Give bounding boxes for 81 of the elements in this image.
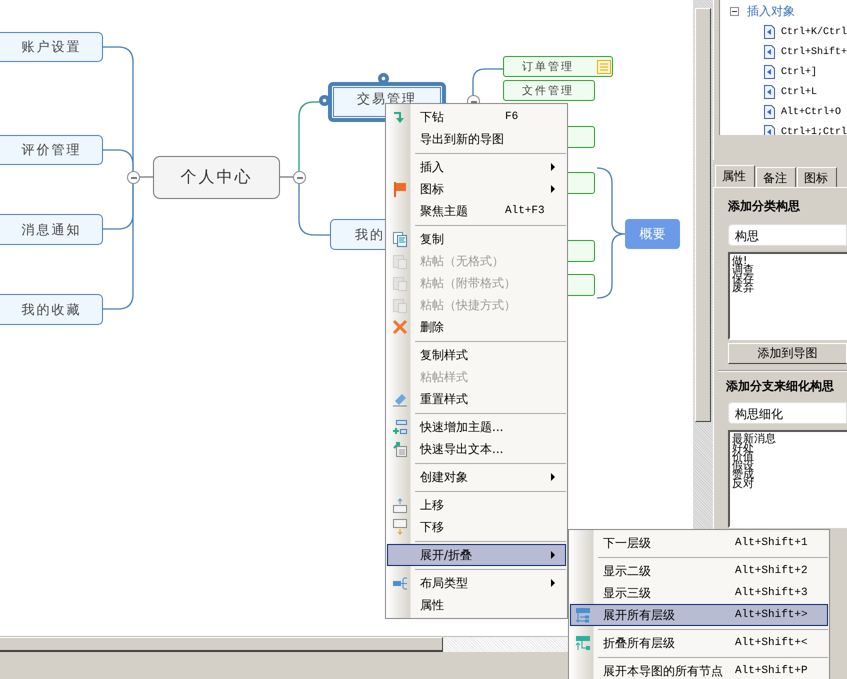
menu-item[interactable]: 导出到新的导图: [387, 128, 566, 150]
topic-node[interactable]: 账户设置: [0, 32, 103, 62]
document-icon: [763, 125, 775, 135]
document-icon: [763, 25, 775, 39]
document-icon: [763, 45, 775, 59]
subtopic-node[interactable]: 文件管理: [503, 80, 595, 101]
move-down-icon: [392, 519, 408, 535]
subtopic-node[interactable]: 订单管理: [503, 56, 613, 77]
eraser-icon: [392, 391, 408, 407]
tree-node[interactable]: 插入对象: [747, 2, 795, 20]
add-handle-icon[interactable]: [378, 73, 389, 84]
section-heading: 添加分类构思: [728, 198, 801, 215]
menu-item[interactable]: 删除: [387, 316, 566, 338]
list-item[interactable]: 赞成: [732, 469, 845, 478]
menu-item[interactable]: 聚焦主题 Alt+F3: [387, 200, 566, 222]
list-item[interactable]: 废弃: [732, 282, 845, 291]
tree-item[interactable]: Ctrl+L: [781, 86, 818, 98]
delete-icon: [392, 319, 408, 335]
clipboard-icon: [392, 297, 408, 313]
topic-node[interactable]: 消息通知: [0, 214, 103, 245]
topic-node[interactable]: 我的收藏: [0, 294, 103, 325]
splitter-bar[interactable]: [695, 8, 711, 422]
tree-item[interactable]: Alt+Ctrl+O: [781, 106, 842, 118]
add-to-map-button[interactable]: 添加到导图: [728, 343, 847, 364]
menu-item[interactable]: 展开/折叠: [387, 544, 566, 566]
expand-tree-icon: [575, 607, 591, 623]
tree-item[interactable]: Ctrl+1;Ctrl: [781, 126, 847, 135]
list-item[interactable]: 好处: [732, 442, 845, 451]
tree-item[interactable]: Ctrl+]: [781, 66, 818, 78]
menu-item[interactable]: 重置样式: [387, 388, 566, 410]
menu-item[interactable]: 展开所有层级 Alt+Shift+>: [570, 604, 828, 626]
tab[interactable]: 属性: [715, 165, 755, 187]
menu-item[interactable]: 下一层级 Alt+Shift+1: [570, 532, 828, 554]
clipboard-icon: [392, 275, 408, 291]
central-topic[interactable]: 个人中心: [153, 156, 280, 199]
tab[interactable]: 图标: [797, 167, 837, 187]
menu-item[interactable]: 显示三级 Alt+Shift+3: [570, 582, 828, 604]
document-icon: [763, 65, 775, 79]
scrollbar-thumb[interactable]: [0, 637, 443, 652]
topic-node[interactable]: 评价管理: [0, 135, 103, 165]
document-icon: [763, 85, 775, 99]
menu-item[interactable]: 快速增加主题...: [387, 416, 566, 438]
menu-item[interactable]: 快速导出文本...: [387, 438, 566, 460]
menu-item[interactable]: 折叠所有层级 Alt+Shift+<: [570, 632, 828, 654]
menu-item[interactable]: 下移: [387, 516, 566, 538]
list-item[interactable]: 反对: [732, 478, 845, 487]
menu-item[interactable]: 上移: [387, 494, 566, 516]
collapse-tree-icon: [575, 635, 591, 651]
layout-icon: [392, 575, 408, 591]
menu-item[interactable]: 复制样式: [387, 344, 566, 366]
copy-icon: [392, 231, 408, 247]
menu-item[interactable]: 创建对象: [387, 466, 566, 488]
tab[interactable]: 备注: [756, 167, 796, 187]
add-handle-icon[interactable]: [319, 95, 330, 106]
topic-label: 订单管理: [522, 59, 574, 74]
section-heading: 添加分支来细化构思: [726, 378, 835, 395]
list-item[interactable]: 最新消息: [732, 433, 845, 442]
collapse-button[interactable]: [293, 171, 306, 184]
menu-item[interactable]: 图标: [387, 178, 566, 200]
move-up-icon: [392, 497, 408, 513]
menu-item[interactable]: 属性: [387, 594, 566, 616]
flag-icon: [392, 181, 408, 197]
collapse-button[interactable]: [127, 171, 140, 184]
clipboard-icon: [392, 253, 408, 269]
list-box[interactable]: 做! 调查 保存 废弃: [728, 252, 847, 340]
idea-input[interactable]: 构思细化: [728, 402, 847, 424]
tree-item[interactable]: Ctrl+K/Ctrl: [781, 26, 847, 38]
menu-item[interactable]: 显示二级 Alt+Shift+2: [570, 560, 828, 582]
tree-item[interactable]: Ctrl+Shift+: [781, 46, 847, 58]
export-text-icon: [392, 441, 408, 457]
list-item[interactable]: 调查: [732, 264, 845, 273]
menu-item[interactable]: 布局类型: [387, 572, 566, 594]
list-item[interactable]: 保存: [732, 273, 845, 282]
menu-item[interactable]: 展开本导图的所有节点 Alt+Shift+P: [570, 660, 828, 679]
document-icon: [763, 105, 775, 119]
collapse-box-icon[interactable]: [730, 6, 739, 16]
menu-item[interactable]: 插入: [387, 156, 566, 178]
list-item[interactable]: 做!: [732, 255, 845, 264]
topic-label: 文件管理: [522, 83, 574, 98]
add-topic-icon: [392, 419, 408, 435]
idea-input[interactable]: 构思: [728, 224, 847, 246]
